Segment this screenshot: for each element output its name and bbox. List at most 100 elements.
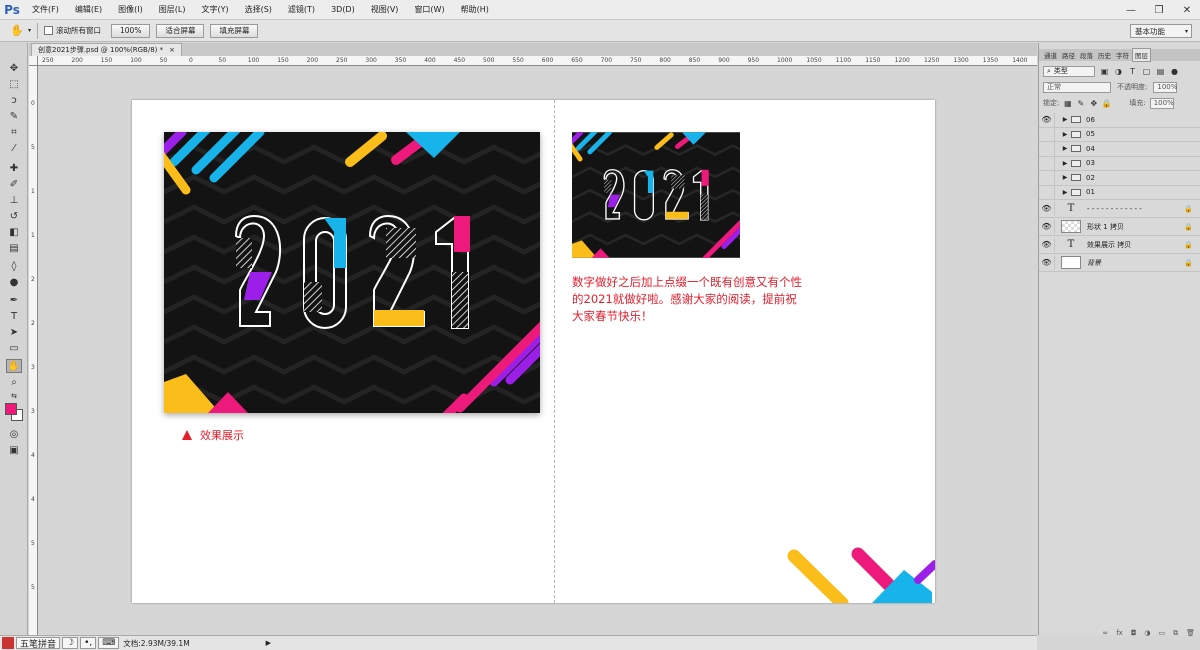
opacity-input[interactable]: 100% xyxy=(1153,81,1177,93)
layer-row[interactable]: 👁 形状 1 拷贝 🔒 xyxy=(1039,218,1200,236)
lock-pixels-icon[interactable]: ✎ xyxy=(1076,99,1085,108)
eyedropper-tool-icon[interactable]: ⁄ xyxy=(6,141,22,155)
eye-off-icon[interactable] xyxy=(1039,185,1055,200)
hand-tool-preset-icon[interactable]: ✋ xyxy=(6,24,28,37)
layer-row[interactable]: ▶ 01 xyxy=(1039,185,1200,200)
filter-type-select[interactable]: ⌕ 类型 xyxy=(1043,65,1095,77)
layer-row[interactable]: ▶ 04 xyxy=(1039,141,1200,157)
workspace-select[interactable]: 基本功能 ▾ xyxy=(1130,24,1192,38)
layer-row[interactable]: ▶ 03 xyxy=(1039,156,1200,171)
menu-edit[interactable]: 编辑(E) xyxy=(67,4,110,15)
preset-dropdown-icon[interactable]: ▾ xyxy=(28,27,31,34)
menu-file[interactable]: 文件(F) xyxy=(24,4,67,15)
minimize-button[interactable]: — xyxy=(1122,3,1140,17)
eye-icon[interactable]: 👁 xyxy=(1039,219,1055,234)
move-tool-icon[interactable]: ✥ xyxy=(6,61,22,75)
layer-row[interactable]: ▶ 05 xyxy=(1039,127,1200,142)
expand-arrow-icon[interactable]: ▶ xyxy=(1061,116,1069,123)
tab-character[interactable]: 字符 xyxy=(1114,49,1131,61)
expand-arrow-icon[interactable]: ▶ xyxy=(1061,131,1069,138)
ime-name[interactable]: 五笔拼音 xyxy=(16,637,61,650)
eye-icon[interactable]: 👁 xyxy=(1039,112,1055,127)
type-filter-icon[interactable]: T xyxy=(1128,67,1137,76)
document-tab[interactable]: 创意2021步骤.psd @ 100%(RGB/8) * × xyxy=(31,43,182,56)
tab-paths[interactable]: 路径 xyxy=(1060,49,1077,61)
menu-select[interactable]: 选择(S) xyxy=(237,4,280,15)
menu-layer[interactable]: 图层(L) xyxy=(151,4,194,15)
healing-brush-tool-icon[interactable]: ✚ xyxy=(6,161,22,175)
path-select-tool-icon[interactable]: ➤ xyxy=(6,325,22,339)
menu-type[interactable]: 文字(Y) xyxy=(193,4,236,15)
quick-mask-icon[interactable]: ◎ xyxy=(6,427,22,441)
shape-filter-icon[interactable]: ▢ xyxy=(1142,67,1151,76)
lock-position-icon[interactable]: ✥ xyxy=(1089,99,1098,108)
zoom-100-button[interactable]: 100% xyxy=(111,23,151,38)
status-menu-arrow-icon[interactable]: ▶ xyxy=(266,639,271,647)
tab-layers[interactable]: 图层 xyxy=(1132,48,1151,62)
adjustment-filter-icon[interactable]: ◑ xyxy=(1114,67,1123,76)
eye-icon[interactable]: 👁 xyxy=(1039,201,1055,216)
eye-off-icon[interactable] xyxy=(1039,127,1055,142)
eye-icon[interactable]: 👁 xyxy=(1039,255,1055,270)
fill-input[interactable]: 100% xyxy=(1149,97,1174,109)
brush-tool-icon[interactable]: ✐ xyxy=(6,177,22,191)
link-layers-icon[interactable]: ∞ xyxy=(1102,629,1108,641)
layer-row[interactable]: 👁 T 效果展示 拷贝 🔒 xyxy=(1039,236,1200,254)
eye-off-icon[interactable] xyxy=(1039,141,1055,156)
lasso-tool-icon[interactable]: ↄ xyxy=(6,93,22,107)
layer-row[interactable]: 👁 ▶ 06 xyxy=(1039,112,1200,128)
tab-channels[interactable]: 通道 xyxy=(1042,49,1059,61)
document-canvas[interactable]: 效果展示 数字做好之后加上点缀一个既有创意又有个性的2021就做好啦。感谢大家的… xyxy=(132,100,935,603)
history-brush-tool-icon[interactable]: ↺ xyxy=(6,209,22,223)
marquee-tool-icon[interactable]: ⬚ xyxy=(6,77,22,91)
expand-arrow-icon[interactable]: ▶ xyxy=(1061,189,1069,196)
eye-off-icon[interactable] xyxy=(1039,170,1055,185)
layer-row[interactable]: ▶ 02 xyxy=(1039,170,1200,186)
expand-arrow-icon[interactable]: ▶ xyxy=(1061,145,1069,152)
lock-transparent-icon[interactable]: ▦ xyxy=(1063,99,1072,108)
quick-select-tool-icon[interactable]: ✎ xyxy=(6,109,22,123)
menu-filter[interactable]: 滤镜(T) xyxy=(280,4,323,15)
lock-all-icon[interactable]: 🔒 xyxy=(1102,99,1112,108)
blend-mode-select[interactable]: 正常 xyxy=(1043,81,1111,93)
ruler-corner[interactable] xyxy=(29,56,38,66)
delete-layer-icon[interactable]: 🗑 xyxy=(1186,629,1195,641)
adjustment-layer-icon[interactable]: ◑ xyxy=(1144,629,1150,641)
close-tab-icon[interactable]: × xyxy=(169,46,175,54)
smart-object-filter-icon[interactable]: ▤ xyxy=(1156,67,1165,76)
menu-image[interactable]: 图像(I) xyxy=(110,4,151,15)
canvas-area[interactable]: 效果展示 数字做好之后加上点缀一个既有创意又有个性的2021就做好啦。感谢大家的… xyxy=(38,66,1037,635)
filter-toggle-icon[interactable]: ● xyxy=(1170,67,1179,76)
hand-tool-icon[interactable]: ✋ xyxy=(6,359,22,373)
shape-tool-icon[interactable]: ▭ xyxy=(6,341,22,355)
new-group-icon[interactable]: ▭ xyxy=(1158,629,1165,641)
tab-history[interactable]: 历史 xyxy=(1096,49,1113,61)
crop-tool-icon[interactable]: ⌗ xyxy=(6,125,22,139)
add-mask-icon[interactable]: ◘ xyxy=(1131,629,1137,641)
eraser-tool-icon[interactable]: ◧ xyxy=(6,225,22,239)
layer-row[interactable]: 👁 T - - - - - - - - - - - - 🔒 xyxy=(1039,200,1200,218)
zoom-tool-icon[interactable]: ⌕ xyxy=(6,375,22,389)
menu-3d[interactable]: 3D(D) xyxy=(323,5,363,14)
layer-row[interactable]: 👁 背景 🔒 xyxy=(1039,254,1200,272)
restore-button[interactable]: ❐ xyxy=(1150,3,1168,17)
blur-tool-icon[interactable]: ◊ xyxy=(6,259,22,273)
ime-moon-icon[interactable]: ☽ xyxy=(62,637,79,649)
tab-paragraph[interactable]: 段落 xyxy=(1078,49,1095,61)
document-size-info[interactable]: 文档:2.93M/39.1M xyxy=(123,638,189,649)
eye-icon[interactable]: 👁 xyxy=(1039,237,1055,252)
swap-colors-icon[interactable]: ⇆ xyxy=(6,389,22,403)
scroll-all-checkbox[interactable] xyxy=(44,26,54,35)
foreground-color-swatch[interactable] xyxy=(5,403,17,415)
layer-style-icon[interactable]: fx xyxy=(1116,629,1123,641)
ime-punct-icon[interactable]: •, xyxy=(80,637,97,649)
expand-arrow-icon[interactable]: ▶ xyxy=(1061,160,1069,167)
menu-view[interactable]: 视图(V) xyxy=(363,4,407,15)
eye-off-icon[interactable] xyxy=(1039,156,1055,171)
expand-arrow-icon[interactable]: ▶ xyxy=(1061,174,1069,181)
menu-window[interactable]: 窗口(W) xyxy=(406,4,452,15)
gradient-tool-icon[interactable]: ▤ xyxy=(6,241,22,255)
clone-stamp-tool-icon[interactable]: ⊥ xyxy=(6,193,22,207)
pen-tool-icon[interactable]: ✒ xyxy=(6,293,22,307)
dodge-tool-icon[interactable]: ● xyxy=(6,275,22,289)
